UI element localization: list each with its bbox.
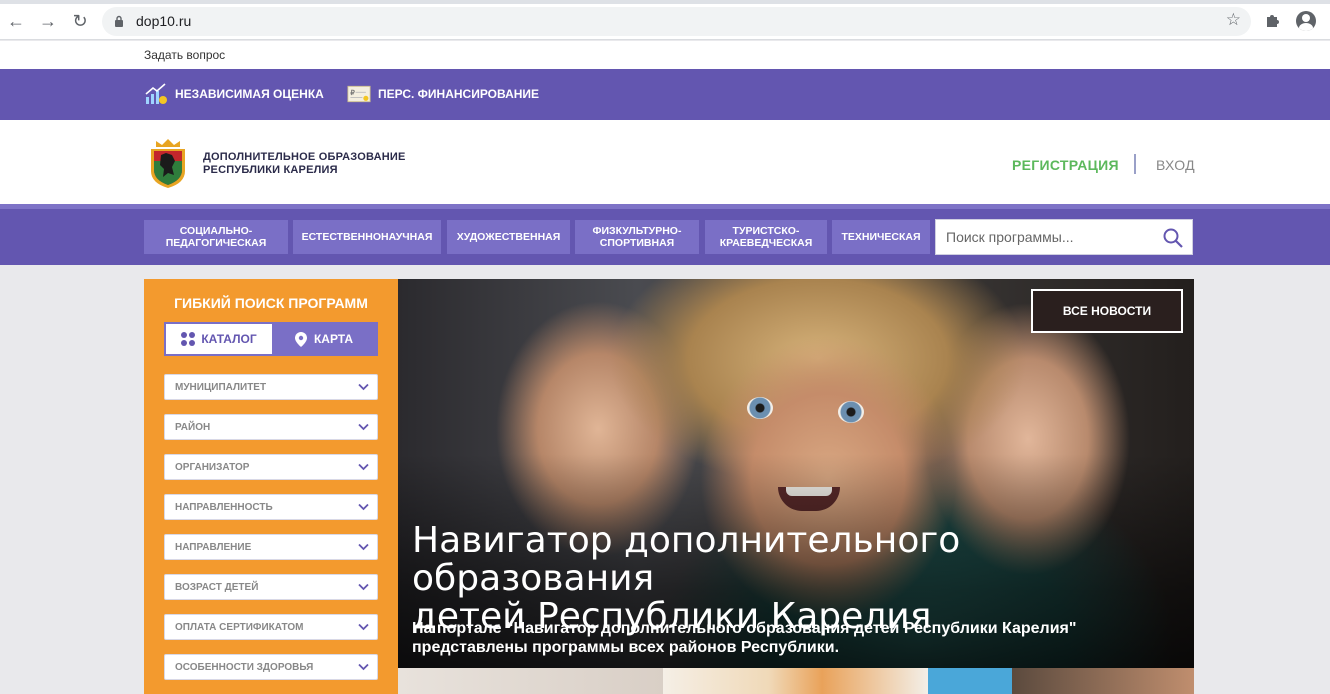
category-social-pedagogical[interactable]: Социально-педагогическая [144,220,288,254]
utility-strip: Задать вопрос [0,41,1330,69]
login-link[interactable]: ВХОД [1156,157,1195,173]
category-label: Туристско- [732,225,800,237]
hero-banner[interactable]: Все новости Навигатор дополнительного об… [398,279,1194,668]
select-child-age[interactable]: Возраст детей [164,574,378,600]
select-focus[interactable]: Направленность [164,494,378,520]
select-direction[interactable]: Направление [164,534,378,560]
chevron-down-icon [358,383,369,391]
chevron-down-icon [358,503,369,511]
certificate-icon: ₽ [347,85,371,103]
select-health-features[interactable]: Особенности здоровья [164,654,378,680]
site-header: ДОПОЛНИТЕЛЬНОЕ ОБРАЗОВАНИЕ РЕСПУБЛИКИ КА… [0,120,1330,204]
category-natural-science[interactable]: Естественнонаучная [293,220,441,254]
news-tile[interactable] [1012,668,1194,694]
hero-text-line: представлены программы всех районов Респ… [412,639,840,656]
category-label: Художественная [456,231,561,243]
category-tourism[interactable]: Туристско-краеведческая [705,220,827,254]
tab-strip [0,0,1330,4]
browser-toolbar: ← → ↻ dop10.ru ☆ [0,0,1330,40]
category-label: Социально- [179,225,253,237]
topbar-independent-rating[interactable]: Независимая оценка [144,81,324,107]
select-label: Район [175,422,211,433]
category-technical[interactable]: Техническая [832,220,930,254]
brand-line: ДОПОЛНИТЕЛЬНОЕ ОБРАЗОВАНИЕ [203,151,406,163]
select-municipality[interactable]: Муниципалитет [164,374,378,400]
select-label: Особенности здоровья [175,662,314,673]
select-district[interactable]: Район [164,414,378,440]
ask-question-link[interactable]: Задать вопрос [144,48,225,62]
filter-title: Гибкий поиск программ [174,295,368,311]
map-pin-icon [294,331,307,347]
select-label: Возраст детей [175,582,259,593]
select-label: Муниципалитет [175,382,267,393]
select-label: Оплата сертификатом [175,622,304,633]
top-bar: Независимая оценка ₽ Перс. финансировани… [0,69,1330,120]
map-toggle-button[interactable]: КАРТА [272,324,376,354]
category-sport[interactable]: Физкультурно-спортивная [575,220,699,254]
topbar-item-label: Перс. финансирование [378,87,540,101]
chevron-down-icon [358,663,369,671]
site-brand[interactable]: ДОПОЛНИТЕЛЬНОЕ ОБРАЗОВАНИЕ РЕСПУБЛИКИ КА… [203,151,406,177]
chart-growth-icon [145,83,167,104]
view-toggle: КАТАЛОГ КАРТА [164,322,378,356]
category-label: спортивная [599,237,675,249]
chevron-down-icon [358,423,369,431]
select-label: Направленность [175,502,273,513]
chevron-down-icon [358,543,369,551]
reload-icon[interactable]: ↻ [69,10,91,32]
select-certificate-payment[interactable]: Оплата сертификатом [164,614,378,640]
category-label: Физкультурно- [592,225,682,237]
topbar-item-label: Независимая оценка [175,87,324,101]
chevron-down-icon [358,463,369,471]
select-label: Направление [175,542,252,553]
topbar-personal-financing[interactable]: ₽ Перс. финансирование [347,81,539,107]
select-organizer[interactable]: Организатор [164,454,378,480]
flexible-search-panel: Гибкий поиск программ КАТАЛОГ КАРТА Муни… [144,279,398,694]
forward-icon[interactable]: → [37,10,59,32]
lock-icon [115,15,123,27]
brand-line: РЕСПУБЛИКИ КАРЕЛИЯ [203,164,338,176]
category-label: краеведческая [719,237,813,249]
category-label: Техническая [841,231,921,243]
catalog-toggle-button[interactable]: КАТАЛОГ [166,324,272,354]
map-label: КАРТА [313,332,354,346]
hero-text-line: На портале "Навигатор дополнительного об… [412,620,1077,637]
category-label: педагогическая [165,237,267,249]
url-text[interactable]: dop10.ru [136,13,191,29]
select-label: Организатор [175,462,250,473]
search-input[interactable] [946,229,1156,245]
bookmark-star-icon[interactable]: ☆ [1226,10,1241,30]
chevron-down-icon [358,583,369,591]
address-bar[interactable]: dop10.ru ☆ [102,7,1251,36]
category-label: Естественнонаучная [301,231,433,243]
search-icon[interactable] [1162,227,1184,249]
profile-icon[interactable] [1296,11,1316,31]
all-news-button[interactable]: Все новости [1031,289,1183,333]
category-nav: Социально-педагогическая Естественнонауч… [0,204,1330,265]
category-artistic[interactable]: Художественная [447,220,570,254]
hero-title-line: Навигатор дополнительного образования [412,520,961,599]
back-icon[interactable]: ← [5,10,27,32]
catalog-label: КАТАЛОГ [201,332,257,346]
chevron-down-icon [358,623,369,631]
news-tile[interactable] [398,668,663,694]
auth-divider [1134,154,1136,174]
karelia-coat-of-arms-logo[interactable] [148,137,188,189]
svg-text:₽: ₽ [350,89,355,97]
grid-icon [181,332,196,346]
news-tiles [398,668,1194,694]
program-search [935,219,1193,255]
register-link[interactable]: РЕГИСТРАЦИЯ [1012,157,1119,173]
news-tile[interactable] [663,668,928,694]
hero-description: На портале "Навигатор дополнительного об… [412,619,1172,657]
news-tile[interactable] [928,668,1012,694]
extensions-icon[interactable] [1264,11,1282,29]
